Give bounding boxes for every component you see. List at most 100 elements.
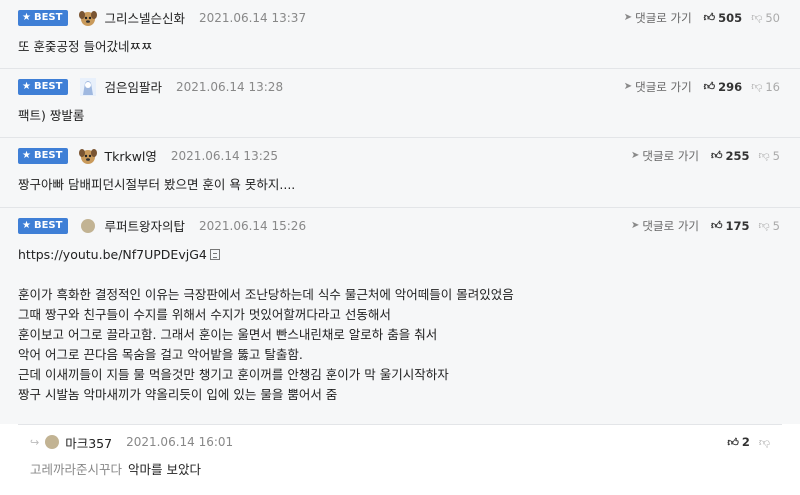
downvote-count: 16 (765, 79, 780, 94)
avatar (81, 218, 96, 233)
upvote-button[interactable]: 👍︎ 175 (711, 219, 750, 233)
comment-actions: ➤ 댓글로 가기 👍︎ 296 👎︎ 16 (624, 69, 780, 104)
thumbs-up-icon: 👍︎ (703, 80, 716, 93)
comment-header: ★ BEST 그리스넬슨신화 2021.06.14 13:37 ➤ 댓글로 가기 👍… (0, 0, 800, 35)
upvote-count: 2 (741, 435, 750, 449)
comment-text-line: 악어 어그로 끈다음 목숨을 걸고 악어밭을 뚫고 탈출함. (18, 347, 303, 362)
upvote-count: 296 (718, 79, 743, 94)
go-to-reply-button[interactable]: ➤ 댓글로 가기 (631, 218, 699, 234)
comment-text-line: 훈이가 흑화한 결정적인 이유는 극장판에서 조난당하는데 식수 물근처에 악어… (18, 287, 514, 302)
comment-body: 또 훈줒공정 들어갔네ㅉㅉ (0, 35, 800, 69)
upvote-button[interactable]: 👍︎ 2 (727, 435, 750, 449)
avatar[interactable] (45, 435, 60, 449)
go-to-reply-button[interactable]: ➤ 댓글로 가기 (631, 148, 699, 164)
best-badge: ★ BEST (18, 78, 69, 95)
downvote-count: 5 (772, 218, 780, 233)
best-badge: ★ BEST (18, 217, 69, 234)
thumbs-down-icon: 👎︎ (751, 11, 763, 24)
comment-body: 팩트) 짱발롬 (0, 104, 800, 138)
dog-avatar-icon[interactable] (78, 146, 98, 166)
comment-actions: ➤ 댓글로 가기 👍︎ 175 👎︎ 5 (631, 208, 780, 243)
star-icon: ★ (22, 80, 31, 92)
dot-avatar-icon[interactable] (78, 216, 98, 236)
comment-text: 팩트) 짱발롬 (18, 108, 85, 123)
thumbs-down-icon: 👎︎ (758, 435, 770, 449)
comment-text-line: 훈이보고 어그로 끌라고함. 그래서 훈이는 울면서 빤스내린채로 알로하 춤을… (18, 327, 438, 342)
comment: ★ BEST 검은임팔라 2021.06.14 13:28 ➤ 댓글로 가기 👍︎ 2… (0, 69, 800, 138)
comment-text: 짱구아빠 담배피던시절부터 봤으면 훈이 욕 못하지.... (18, 177, 296, 192)
reply-target[interactable]: 고레까라준시꾸다 (30, 462, 122, 477)
link-line: https://youtu.be/Nf7UPDEvjG4 (18, 245, 782, 265)
comment-header: ★ BEST 검은임팔라 2021.06.14 13:28 ➤ 댓글로 가기 👍︎ 2… (0, 69, 800, 104)
nickname[interactable]: 마크357 (65, 433, 112, 452)
nickname[interactable]: 검은임팔라 (104, 77, 162, 96)
comment-date: 2021.06.14 13:25 (170, 148, 279, 163)
upvote-button[interactable]: 👍︎ 296 (704, 80, 743, 94)
thumbs-down-icon: 👎︎ (758, 219, 770, 232)
comment-header: ★ BEST 루퍼트왕자의탑 2021.06.14 15:26 ➤ 댓글로 가기 👍… (0, 208, 800, 243)
best-badge-label: BEST (33, 81, 63, 92)
reply-label: 댓글로 가기 (642, 218, 699, 233)
thumbs-down-icon: 👎︎ (751, 80, 763, 93)
comment-date: 2021.06.14 13:37 (198, 10, 307, 25)
best-badge-label: BEST (33, 150, 63, 161)
reply-arrow-icon: ↪ (30, 435, 40, 449)
go-to-reply-button[interactable]: ➤ 댓글로 가기 (624, 10, 692, 26)
send-arrow-icon: ➤ (623, 81, 633, 92)
comment-body: 짱구아빠 담배피던시절부터 봤으면 훈이 욕 못하지.... (0, 173, 800, 207)
comment-actions: ➤ 댓글로 가기 👍︎ 505 👎︎ 50 (624, 0, 780, 35)
thumbs-up-icon: 👍︎ (710, 149, 723, 162)
upvote-button[interactable]: 👍︎ 255 (711, 149, 750, 163)
thumbs-down-icon: 👎︎ (758, 149, 770, 162)
best-badge: ★ BEST (18, 147, 69, 164)
comment-header: ★ BEST Tkrkwl영 2021.06.14 13:25 ➤ 댓글로 가기 👍… (0, 138, 800, 173)
best-badge: ★ BEST (18, 9, 69, 26)
downvote-button[interactable]: 👎︎ 5 (759, 149, 781, 163)
send-arrow-icon: ➤ (623, 12, 633, 23)
send-arrow-icon: ➤ (631, 220, 640, 231)
thumbs-up-icon: 👍︎ (727, 435, 739, 449)
comment: ★ BEST 그리스넬슨신화 2021.06.14 13:37 ➤ 댓글로 가기 👍… (0, 0, 800, 69)
comment-text-line: 짱구 시발놈 악마새끼가 약올리듯이 입에 있는 물을 뿜어서 줌 (18, 387, 338, 402)
reply-comment: ↪ 마크357 2021.06.14 16:01 👍︎2 👎︎0 고레까라준시꾸… (18, 424, 782, 485)
reply-actions: 👍︎2 👎︎0 (727, 425, 770, 459)
comment-text-line: 그때 짱구와 친구들이 수지를 위해서 수지가 멋있어할꺼다라고 선동해서 (18, 307, 391, 322)
star-icon: ★ (22, 11, 31, 23)
nickname[interactable]: 루퍼트왕자의탑 (104, 216, 185, 235)
downvote-count: 50 (765, 10, 780, 25)
comment-actions: ➤ 댓글로 가기 👍︎ 255 👎︎ 5 (631, 138, 780, 173)
upvote-button[interactable]: 👍︎ 505 (704, 11, 743, 25)
downvote-button[interactable]: 👎︎ 50 (751, 11, 780, 25)
star-icon: ★ (22, 149, 31, 161)
reply-header: ↪ 마크357 2021.06.14 16:01 👍︎2 👎︎0 (18, 425, 782, 459)
downvote-count: 5 (772, 148, 780, 163)
comment-date: 2021.06.14 15:26 (198, 218, 307, 233)
dog-avatar-icon[interactable] (78, 8, 98, 28)
reply-label: 댓글로 가기 (635, 10, 692, 25)
star-icon: ★ (22, 219, 31, 231)
upvote-count: 255 (725, 148, 750, 163)
downvote-button[interactable]: 👎︎0 (759, 436, 770, 449)
reply-date: 2021.06.14 16:01 (126, 435, 234, 449)
comment-date: 2021.06.14 13:28 (175, 79, 284, 94)
comment-body: https://youtu.be/Nf7UPDEvjG4 훈이가 흑화한 결정적… (0, 243, 800, 417)
reply-label: 댓글로 가기 (642, 148, 699, 163)
comment: ★ BEST Tkrkwl영 2021.06.14 13:25 ➤ 댓글로 가기 👍… (0, 138, 800, 208)
thumbs-up-icon: 👍︎ (710, 219, 723, 232)
best-badge-label: BEST (33, 220, 63, 231)
comment-text: 또 훈줒공정 들어갔네ㅉㅉ (18, 39, 153, 54)
youtube-link[interactable]: https://youtu.be/Nf7UPDEvjG4 (18, 247, 207, 262)
go-to-reply-button[interactable]: ➤ 댓글로 가기 (624, 79, 692, 95)
send-arrow-icon: ➤ (631, 150, 640, 161)
reply-body: 고레까라준시꾸다 악마를 보았다 (18, 459, 782, 485)
comment: ★ BEST 루퍼트왕자의탑 2021.06.14 15:26 ➤ 댓글로 가기 👍… (0, 208, 800, 424)
nickname[interactable]: 그리스넬슨신화 (104, 8, 185, 27)
nickname[interactable]: Tkrkwl영 (104, 146, 156, 165)
external-link-icon[interactable] (209, 249, 220, 260)
comment-text-line: 근데 이새끼들이 지들 물 먹을것만 챙기고 훈이꺼를 안챙김 훈이가 막 울기… (18, 367, 449, 382)
downvote-button[interactable]: 👎︎ 16 (751, 80, 780, 94)
upvote-count: 175 (725, 218, 750, 233)
best-badge-label: BEST (33, 12, 63, 23)
downvote-button[interactable]: 👎︎ 5 (759, 219, 781, 233)
character-avatar-icon[interactable] (78, 77, 98, 97)
